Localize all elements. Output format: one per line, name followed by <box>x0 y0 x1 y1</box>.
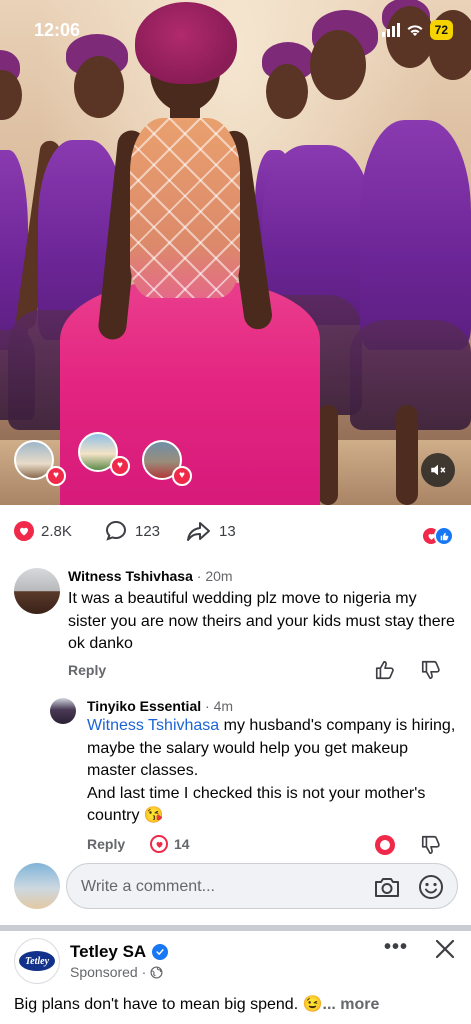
ad-text: Big plans don't have to mean big spend. … <box>14 994 379 1014</box>
comment-author[interactable]: Witness Tshivhasa · 20m <box>68 568 233 584</box>
post-actions-bar: 2.8K 123 13 <box>0 515 471 549</box>
comment-button[interactable]: 123 <box>104 515 160 547</box>
more-options-button[interactable]: ••• <box>384 936 408 959</box>
emoji-button[interactable] <box>417 873 445 901</box>
comment-input[interactable] <box>81 875 361 899</box>
current-user-avatar[interactable] <box>14 863 60 909</box>
reply-button[interactable]: Reply <box>68 662 106 678</box>
reply-heart-count: 14 <box>174 836 190 852</box>
avatar[interactable] <box>14 568 60 614</box>
globe-icon <box>150 965 163 979</box>
mention-link[interactable]: Witness Tshivhasa <box>87 717 219 734</box>
brand-logo-text: Tetley <box>19 951 55 971</box>
author-name[interactable]: Tinyiko Essential <box>87 698 201 714</box>
speaker-muted-icon <box>431 464 446 476</box>
comment-composer[interactable] <box>66 863 458 909</box>
reply-author[interactable]: Tinyiko Essential · 4m <box>87 698 233 714</box>
share-count: 13 <box>219 522 236 540</box>
thumbs-down-icon[interactable] <box>420 834 442 856</box>
cellular-signal-icon <box>381 23 400 37</box>
reply-text: Witness Tshivhasa my husband's company i… <box>87 715 459 828</box>
reply-button[interactable]: Reply <box>87 836 125 852</box>
reply-love-count[interactable]: 14 <box>150 835 190 853</box>
wifi-icon <box>407 25 423 36</box>
love-reaction-button[interactable]: 2.8K <box>14 515 72 547</box>
heart-icon: ♥ <box>46 466 66 486</box>
reply-text-second-line: And last time I checked this is not your… <box>87 784 426 825</box>
emoji-smile-icon <box>419 875 443 899</box>
share-arrow-icon <box>187 522 210 541</box>
mute-button[interactable] <box>421 453 455 487</box>
brand-logo[interactable]: Tetley <box>14 938 60 984</box>
love-button[interactable] <box>375 835 395 855</box>
status-time: 12:06 <box>34 20 81 40</box>
close-icon[interactable] <box>433 937 457 961</box>
ad-text-body: Big plans don't have to mean big spend. … <box>14 996 323 1013</box>
camera-icon <box>375 878 399 897</box>
author-name[interactable]: Witness Tshivhasa <box>68 568 193 584</box>
status-bar: 12:06 72 <box>0 0 471 62</box>
heart-icon: ♥ <box>110 456 130 476</box>
camera-button[interactable] <box>373 873 401 901</box>
reply-time: · 4m <box>201 698 234 714</box>
reaction-count: 2.8K <box>41 522 72 540</box>
heart-icon <box>150 835 168 853</box>
heart-icon <box>380 840 390 850</box>
sponsored-label: Sponsored · <box>70 964 163 980</box>
thumbs-down-icon[interactable] <box>420 659 442 681</box>
avatar[interactable] <box>50 698 76 724</box>
share-button[interactable]: 13 <box>186 515 236 547</box>
feed-divider <box>0 925 471 931</box>
sponsor-name[interactable]: Tetley SA <box>70 942 169 962</box>
thumbs-up-icon[interactable] <box>374 659 396 681</box>
comment-count: 123 <box>135 522 161 540</box>
post-video[interactable]: ♥ ♥ ♥ 12:06 72 <box>0 0 471 505</box>
battery-indicator: 72 <box>429 20 453 40</box>
like-reaction-icon <box>434 526 454 546</box>
see-more-link[interactable]: ... more <box>323 996 380 1013</box>
comment-time: · 20m <box>192 568 233 584</box>
comment-text: It was a beautiful wedding plz move to n… <box>68 590 455 652</box>
comment-bubble-icon <box>105 520 127 541</box>
heart-icon <box>14 521 34 541</box>
reaction-summary[interactable] <box>421 526 457 546</box>
verified-badge-icon <box>152 944 169 960</box>
sponsored-text: Sponsored · <box>70 964 147 980</box>
sponsor-name-text[interactable]: Tetley SA <box>70 942 146 962</box>
heart-icon: ♥ <box>172 466 192 486</box>
